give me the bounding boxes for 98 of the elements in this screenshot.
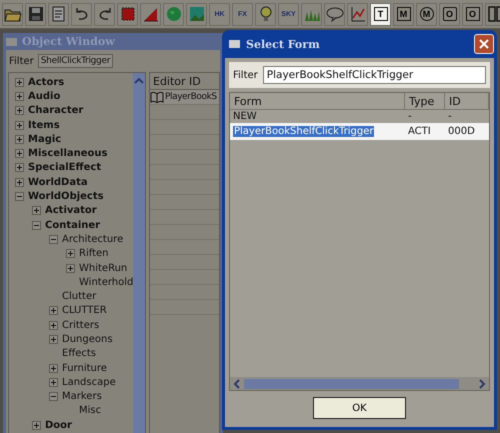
tree-item[interactable]: Magic [28, 134, 62, 145]
expander-box[interactable] [49, 234, 58, 244]
expander-box[interactable] [15, 134, 24, 144]
expander-box[interactable] [15, 120, 24, 130]
expander-box[interactable] [15, 178, 24, 187]
tree-item[interactable]: WorldObjects [28, 191, 104, 202]
tree-item[interactable]: Dungeons [62, 334, 113, 345]
tree-item[interactable]: SpecialEffect [28, 162, 102, 174]
speech-bubble-icon [326, 6, 344, 22]
expander-box[interactable] [66, 249, 75, 258]
toolbar-button[interactable]: O [439, 2, 460, 26]
expander-box[interactable] [49, 320, 58, 330]
book-icon [150, 91, 164, 103]
tree-item[interactable]: Architecture [62, 234, 124, 245]
expander-box[interactable] [32, 220, 41, 230]
toolbar-button[interactable] [48, 2, 69, 26]
toolbar-button[interactable] [347, 2, 368, 26]
window-icon [229, 40, 240, 48]
scroll-left-icon [232, 378, 242, 388]
tree-item[interactable]: Effects [62, 348, 96, 360]
document-icon [50, 6, 66, 22]
expander-box[interactable] [49, 378, 58, 387]
dialog-title: Select Form [246, 38, 321, 50]
toolbar-button[interactable] [25, 2, 46, 26]
expander-box[interactable] [15, 92, 24, 101]
list-cell[interactable]: 000D [448, 126, 475, 137]
toolbar-button[interactable]: M [416, 2, 437, 26]
tree-item[interactable]: CLUTTER [62, 305, 107, 316]
toolbar-button[interactable]: T [370, 2, 391, 26]
column-header[interactable]: Editor ID [153, 74, 201, 88]
toolbar-button[interactable] [255, 2, 276, 26]
expander-box[interactable] [49, 334, 58, 344]
tree-item[interactable]: Miscellaneous [28, 148, 108, 160]
toolbar-button[interactable] [71, 2, 92, 26]
tree-item[interactable]: Items [28, 120, 60, 131]
tree-item[interactable]: Winterhold [79, 276, 134, 288]
column-header[interactable]: ID [445, 93, 489, 109]
tree-item[interactable]: Character [28, 105, 84, 116]
tree-item[interactable]: Container [45, 220, 100, 231]
close-icon [479, 39, 489, 49]
toolbar-button[interactable]: M [393, 2, 414, 26]
list-cell[interactable]: ACTI [408, 126, 431, 137]
tree-item[interactable]: Critters [62, 320, 100, 331]
expander-box[interactable] [15, 149, 24, 158]
filter-label: Filter [9, 56, 34, 66]
tree-item[interactable]: Riften [79, 248, 108, 260]
ok-button[interactable]: OK [313, 397, 406, 419]
tree-item[interactable]: Audio [28, 90, 60, 102]
window-icon [6, 38, 17, 46]
scroll-right-icon [477, 378, 487, 388]
expander-box[interactable] [66, 264, 75, 272]
list-cell[interactable]: - [448, 111, 452, 122]
toolbar-button[interactable] [117, 2, 138, 26]
horizontal-scrollbar[interactable] [230, 377, 489, 390]
expander-box[interactable] [49, 392, 58, 402]
filter-field[interactable]: PlayerBookShelfClickTrigger [262, 66, 486, 84]
expander-box[interactable] [49, 306, 58, 316]
panes-icon [488, 6, 500, 22]
light-bulb-icon [258, 6, 272, 22]
expander-box[interactable] [15, 78, 24, 87]
scrollbar-thumb[interactable] [244, 378, 459, 388]
filter-label: Filter [233, 70, 258, 80]
filter-field[interactable]: ShellClickTrigger [38, 54, 114, 68]
toolbar-button[interactable] [324, 2, 345, 26]
tree-item[interactable]: Furniture [62, 362, 107, 374]
column-header[interactable]: Type [405, 93, 445, 109]
list-cell[interactable]: PlayerBookShelfClickTrigger [233, 126, 374, 137]
tree-item[interactable]: Misc [79, 405, 102, 416]
tree-item[interactable]: Landscape [62, 376, 116, 388]
toolbar-button[interactable] [94, 2, 115, 26]
tree-item[interactable]: Markers [62, 391, 102, 402]
column-header[interactable]: Form [230, 93, 405, 109]
landscape-icon [188, 6, 204, 22]
globe-icon [166, 6, 182, 22]
expander-box[interactable] [32, 206, 41, 216]
list-cell[interactable]: NEW [233, 111, 257, 122]
vertical-scrollbar[interactable] [133, 73, 146, 433]
tree-item[interactable]: WorldData [28, 176, 88, 188]
toolbar-button[interactable]: O [462, 2, 483, 26]
tree-item[interactable]: WhiteRun [79, 262, 128, 274]
dotted-square-icon [120, 6, 136, 22]
expander-box[interactable] [15, 106, 24, 116]
triangle-icon [142, 6, 158, 22]
tree-item[interactable]: Clutter [62, 291, 96, 302]
tree-item[interactable]: Actors [28, 76, 64, 88]
expander-box[interactable] [49, 364, 58, 373]
scroll-up-icon [133, 77, 146, 85]
expander-box[interactable] [15, 192, 24, 202]
toolbar-button[interactable] [485, 2, 500, 26]
toolbar-button[interactable] [140, 2, 161, 26]
expander-box[interactable] [15, 163, 24, 172]
tree-item[interactable]: Activator [45, 205, 97, 216]
close-button[interactable] [474, 34, 494, 54]
expander-box[interactable] [32, 420, 41, 430]
list-cell[interactable]: - [408, 111, 412, 122]
tree-item[interactable]: Door [45, 420, 72, 431]
graph-icon [350, 6, 366, 22]
toolbar-button[interactable] [2, 2, 23, 26]
